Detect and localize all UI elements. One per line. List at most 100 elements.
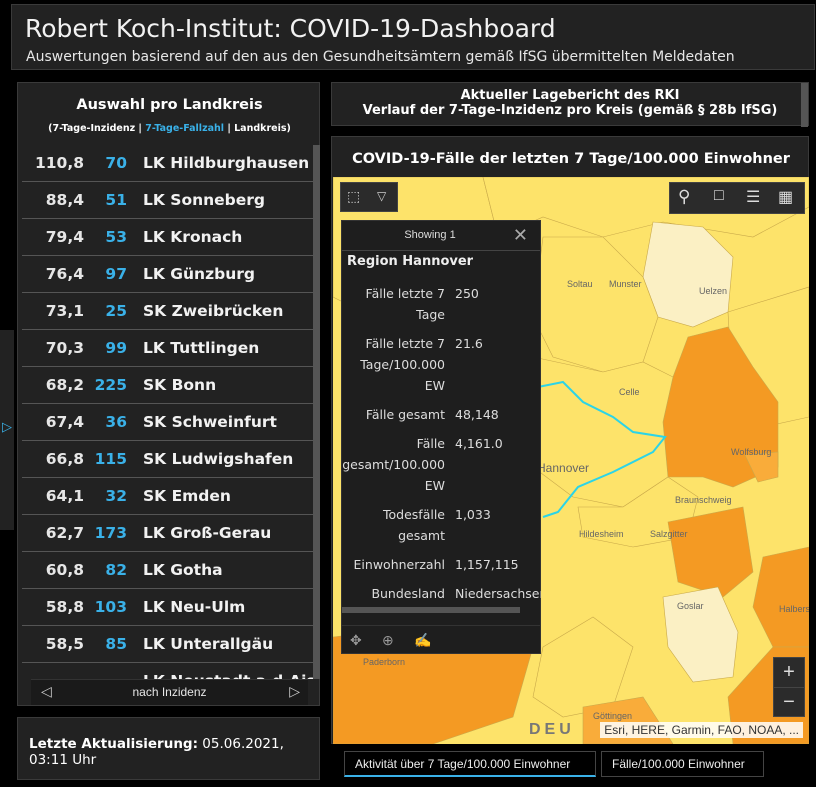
incidence-value: 60,8 (45, 561, 84, 579)
district-name: LK Gotha (143, 561, 223, 579)
map-label: Hildesheim (579, 529, 624, 539)
zoom-out-button[interactable]: − (774, 687, 804, 716)
list-item[interactable]: 60,8 82 LK Gotha (22, 552, 314, 589)
field-label: Fälle gesamt (365, 407, 445, 422)
zoom-control: + − (773, 657, 805, 717)
incidence-value: 68,2 (45, 376, 84, 394)
map-attribution: Esri, HERE, Garmin, FAO, NOAA, ... (600, 722, 803, 738)
incidence-value: 62,7 (45, 524, 84, 542)
list-item[interactable]: 67,4 36 SK Schweinfurt (22, 404, 314, 441)
close-icon[interactable]: ✕ (513, 225, 528, 246)
list-item[interactable]: 58,5 85 LK Unterallgäu (22, 626, 314, 663)
tab-cases-per-100k[interactable]: Fälle/100.000 Einwohner (601, 751, 764, 777)
popup-fields: Fälle letzte 7 Tage 250 Fälle letzte 7 Tag… (342, 279, 541, 608)
list-item[interactable]: 58,8 103 LK Neu-Ulm (22, 589, 314, 626)
map-label: Soltau (567, 279, 593, 289)
map-panel: COVID-19-Fälle der letzten 7 Tage/100.00… (331, 136, 809, 744)
case-count: 225 (94, 376, 127, 394)
chevron-right-icon[interactable]: ▷ (289, 683, 300, 700)
last-update-text: Letzte Aktualisierung: 05.06.2021, 03:11… (29, 736, 284, 768)
incidence-value: 58,5 (45, 635, 84, 653)
tab-activity[interactable]: Aktivität über 7 Tage/100.000 Einwohner (344, 751, 596, 777)
district-name: LK Günzburg (143, 265, 255, 283)
case-count: 36 (105, 413, 127, 431)
field-label: Fälle gesamt/100.000 EW (342, 436, 445, 493)
popup-footer: ✥ ⊕ ✍ (342, 625, 540, 653)
incidence-value: 76,4 (45, 265, 84, 283)
incidence-value: 73,1 (45, 302, 84, 320)
field-label: Todesfälle gesamt (383, 507, 445, 543)
search-icon[interactable]: ⚲ (678, 187, 690, 207)
pan-icon[interactable]: ✥ (350, 632, 362, 649)
zoom-in-button[interactable]: + (774, 658, 804, 687)
field-label: Bundesland (371, 586, 445, 601)
incidence-value: 79,4 (45, 228, 84, 246)
map-watermark: DEU (529, 721, 575, 738)
list-item[interactable]: 88,4 51 LK Sonneberg (22, 182, 314, 219)
sort-label: nach Inzidenz (132, 685, 207, 699)
side-panel-toggle[interactable]: ▷ (0, 330, 14, 530)
zoom-to-icon[interactable]: ⊕ (382, 632, 394, 649)
selection-tool[interactable]: ⬚ ▽ (340, 182, 398, 212)
list-scrollbar[interactable] (313, 145, 320, 679)
field-value: 48,148 (455, 407, 499, 422)
report-line-1[interactable]: Aktueller Lagebericht des RKI (332, 88, 808, 103)
list-item[interactable]: 64,1 32 SK Emden (22, 478, 314, 515)
page-title: Robert Koch-Institut: COVID-19-Dashboard (25, 14, 556, 43)
popup-field-row: Einwohnerzahl 1,157,115 (342, 550, 541, 579)
last-update-panel: Letzte Aktualisierung: 05.06.2021, 03:11… (17, 717, 320, 780)
legend-icon[interactable]: ☰ (746, 187, 760, 207)
district-list: 110,8 70 LK Hildburghausen 88,4 51 LK Sonnebe… (18, 145, 314, 679)
incidence-value: 70,3 (45, 339, 84, 357)
report-line-2[interactable]: Verlauf der 7-Tage-Inzidenz pro Kreis (g… (332, 103, 808, 118)
map-label: Celle (619, 387, 640, 397)
case-count: 70 (105, 154, 127, 172)
list-item[interactable]: 68,2 225 SK Bonn (22, 367, 314, 404)
map-label: Halberstadt (779, 604, 809, 614)
scrollbar-thumb[interactable] (313, 145, 320, 679)
field-label: Einwohnerzahl (353, 557, 445, 572)
district-name: SK Bonn (143, 376, 217, 394)
field-label: Fälle letzte 7 Tage (365, 286, 445, 322)
district-name: SK Ludwigshafen (143, 450, 294, 468)
field-label: Fälle letzte 7 Tage/100.000 EW (360, 336, 445, 393)
popup-scrollbar[interactable] (342, 607, 520, 613)
case-count: 32 (105, 487, 127, 505)
map-label: Uelzen (699, 286, 728, 296)
map-label: Goslar (677, 601, 704, 611)
district-name: LK Neu-Ulm (143, 598, 246, 616)
bookmark-icon[interactable]: □ (714, 187, 724, 205)
popup-field-row: Todesfälle gesamt 1,033 (342, 500, 541, 550)
list-item[interactable]: 79,4 53 LK Kronach (22, 219, 314, 256)
popup-field-row: Fälle letzte 7 Tage 250 (342, 279, 541, 329)
map-label: Munster (609, 279, 642, 289)
district-name: LK Sonneberg (143, 191, 266, 209)
report-scrollbar[interactable] (801, 83, 808, 127)
list-legend: (7-Tage-Inzidenz | 7-Tage-Fallzahl | Lan… (48, 123, 291, 134)
case-count: 85 (105, 635, 127, 653)
chevron-down-icon[interactable]: ▽ (377, 189, 386, 203)
feature-popup: Showing 1 ✕ Region Hannover Fälle letzte… (341, 220, 541, 654)
field-value: 1,033 (455, 507, 491, 522)
select-icon[interactable]: ⬚ (347, 188, 360, 205)
list-item[interactable]: 66,8 115 SK Ludwigshafen (22, 441, 314, 478)
popup-field-row: Fälle gesamt 48,148 (342, 400, 541, 429)
list-item[interactable]: 62,7 173 LK Groß-Gerau (22, 515, 314, 552)
incidence-value: 110,8 (34, 154, 84, 172)
map-toolbar: ⚲ □ ☰ ▦ (669, 182, 805, 214)
case-count: 51 (105, 191, 127, 209)
map-label: Salzgitter (650, 529, 688, 539)
case-count: 103 (94, 598, 127, 616)
list-item[interactable]: LK Neustadt a.d.Aisch (22, 663, 314, 679)
list-item[interactable]: 76,4 97 LK Günzburg (22, 256, 314, 293)
map[interactable]: Soltau Munster Uelzen Celle Hannover Wol… (333, 177, 809, 744)
case-count: 53 (105, 228, 127, 246)
basemap-gallery-icon[interactable]: ▦ (778, 187, 793, 207)
select-feature-icon[interactable]: ✍ (414, 632, 431, 649)
list-item[interactable]: 73,1 25 SK Zweibrücken (22, 293, 314, 330)
list-item[interactable]: 70,3 99 LK Tuttlingen (22, 330, 314, 367)
popup-field-row: Bundesland Niedersachsen (342, 579, 541, 608)
popup-header: Showing 1 ✕ (342, 221, 540, 251)
district-name: SK Zweibrücken (143, 302, 284, 320)
list-item[interactable]: 110,8 70 LK Hildburghausen (22, 145, 314, 182)
